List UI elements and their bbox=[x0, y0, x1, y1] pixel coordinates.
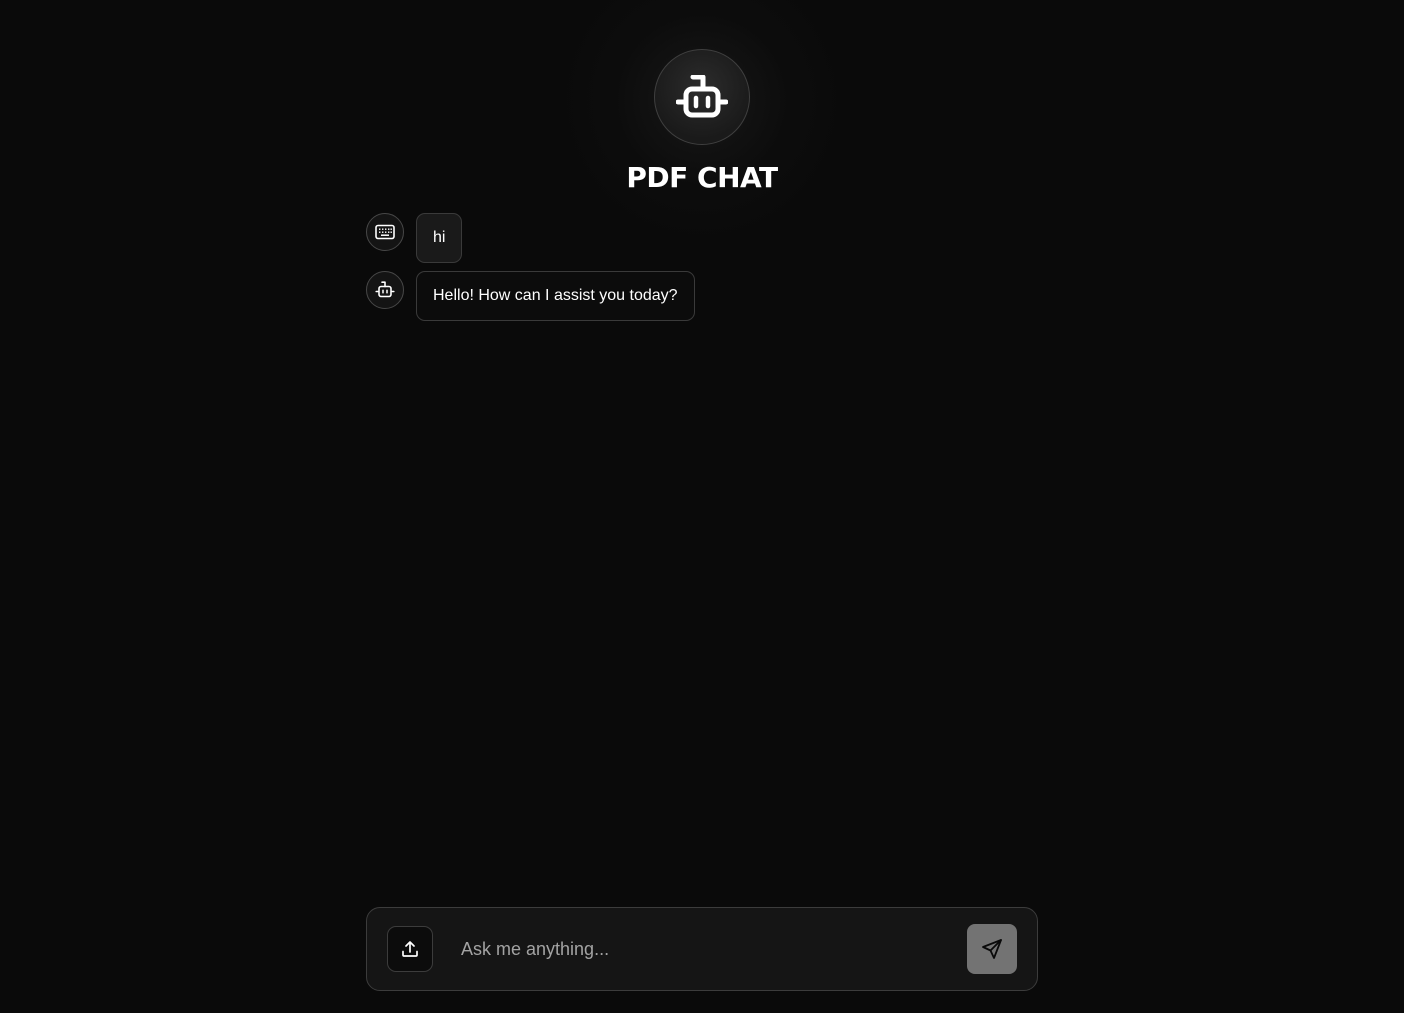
message-assistant: Hello! How can I assist you today? bbox=[366, 271, 1038, 321]
send-icon bbox=[982, 939, 1002, 959]
hero-avatar bbox=[654, 49, 750, 145]
assistant-message-text: Hello! How can I assist you today? bbox=[416, 271, 695, 321]
upload-icon bbox=[402, 941, 418, 957]
message-user: hi bbox=[366, 213, 1038, 263]
bot-icon bbox=[375, 281, 395, 298]
user-message-text: hi bbox=[416, 213, 463, 263]
ask-input[interactable] bbox=[459, 928, 953, 970]
keyboard-icon bbox=[375, 224, 395, 240]
assistant-avatar bbox=[366, 271, 404, 309]
message-list: hi Hello! How can I assist you today? bbox=[366, 213, 1038, 329]
bot-icon bbox=[676, 75, 728, 118]
message-composer bbox=[366, 907, 1038, 991]
send-button[interactable] bbox=[967, 924, 1017, 974]
chat-page: PDF CHAT hi Hello! How can I assist you … bbox=[0, 0, 1404, 1013]
page-title: PDF CHAT bbox=[626, 161, 778, 194]
user-avatar bbox=[366, 213, 404, 251]
upload-button[interactable] bbox=[387, 926, 433, 972]
